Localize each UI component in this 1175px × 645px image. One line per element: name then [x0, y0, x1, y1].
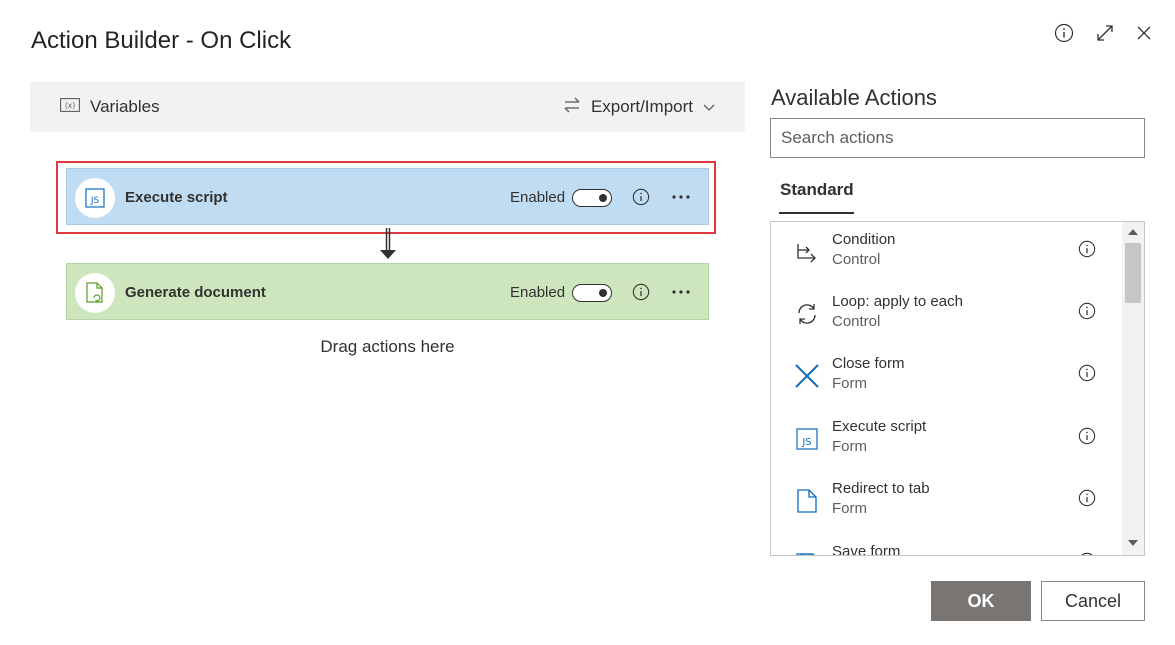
condition-icon: [791, 236, 823, 268]
svg-text:JS: JS: [801, 437, 811, 448]
list-scrollbar[interactable]: [1122, 222, 1144, 555]
info-icon[interactable]: [631, 187, 651, 207]
action-status: Enabled: [510, 284, 566, 301]
list-item-close-form[interactable]: Close form Form: [771, 346, 1123, 408]
export-import-label: Export/Import: [590, 97, 693, 116]
action-name: Loop: apply to each: [832, 293, 963, 310]
save-icon: [791, 548, 823, 555]
action-name: Redirect to tab: [832, 480, 930, 497]
action-status: Enabled: [510, 189, 566, 206]
action-label: Execute script: [125, 189, 228, 206]
page-icon: [791, 485, 823, 517]
scroll-up-icon[interactable]: [1128, 229, 1138, 235]
flow-arrow-icon: [377, 228, 399, 262]
info-icon[interactable]: [631, 282, 651, 302]
scroll-down-icon[interactable]: [1128, 540, 1138, 546]
drop-zone-hint[interactable]: Drag actions here: [66, 337, 709, 357]
info-icon[interactable]: [1077, 488, 1097, 508]
list-item-condition[interactable]: Condition Control: [771, 222, 1123, 284]
scrollbar-thumb[interactable]: [1125, 243, 1141, 303]
list-item-loop[interactable]: Loop: apply to each Control: [771, 284, 1123, 346]
action-category: Control: [832, 313, 881, 330]
action-category: Form: [832, 438, 867, 455]
close-icon[interactable]: [1133, 22, 1155, 44]
variables-button[interactable]: (x) Variables: [60, 82, 160, 132]
variables-label: Variables: [90, 97, 160, 116]
list-item-execute-script[interactable]: JS Execute script Form: [771, 409, 1123, 471]
ok-button[interactable]: OK: [931, 581, 1031, 621]
cancel-button[interactable]: Cancel: [1041, 581, 1145, 621]
info-icon[interactable]: [1077, 551, 1097, 555]
enabled-toggle[interactable]: [572, 284, 612, 302]
list-item-redirect-to-tab[interactable]: Redirect to tab Form: [771, 471, 1123, 533]
info-icon[interactable]: [1077, 239, 1097, 259]
svg-text:(x): (x): [65, 101, 75, 110]
available-actions-list[interactable]: Condition Control Loop: apply to each Co…: [770, 221, 1145, 556]
expand-icon[interactable]: [1094, 22, 1116, 44]
action-category: Control: [832, 251, 881, 268]
action-category: Form: [832, 500, 867, 517]
swap-arrows-icon: [563, 96, 581, 119]
js-file-icon: JS: [791, 423, 823, 455]
chevron-down-icon: [703, 97, 715, 117]
loop-icon: [791, 298, 823, 330]
action-card-generate-document[interactable]: Generate document Enabled: [66, 263, 709, 320]
builder-toolbar: (x) Variables Export/Import: [30, 82, 745, 132]
info-icon[interactable]: [1077, 426, 1097, 446]
action-card-execute-script[interactable]: JS Execute script Enabled: [66, 168, 709, 225]
js-file-icon: JS: [75, 178, 115, 218]
action-name: Execute script: [832, 418, 927, 435]
action-name: Save form: [832, 543, 901, 556]
list-item-save-form[interactable]: Save form: [771, 534, 1123, 556]
tab-standard[interactable]: Standard: [780, 180, 854, 200]
variables-icon: (x): [60, 97, 80, 117]
svg-text:JS: JS: [90, 196, 100, 206]
export-import-button[interactable]: Export/Import: [563, 82, 715, 132]
info-icon[interactable]: [1077, 301, 1097, 321]
enabled-toggle[interactable]: [572, 189, 612, 207]
action-label: Generate document: [125, 284, 266, 301]
action-name: Close form: [832, 355, 905, 372]
info-icon[interactable]: [1077, 363, 1097, 383]
info-icon[interactable]: [1053, 22, 1075, 44]
tab-underline: [779, 212, 854, 214]
toggle-knob: [599, 288, 607, 297]
dialog-title: Action Builder - On Click: [31, 27, 292, 54]
toggle-knob: [599, 193, 607, 202]
more-options-icon[interactable]: [669, 282, 693, 302]
action-category: Form: [832, 375, 867, 392]
search-input[interactable]: [770, 118, 1145, 158]
generate-document-icon: [75, 273, 115, 313]
available-actions-title: Available Actions: [771, 85, 937, 110]
more-options-icon[interactable]: [669, 187, 693, 207]
action-name: Condition: [832, 231, 896, 248]
close-x-icon: [791, 360, 823, 392]
